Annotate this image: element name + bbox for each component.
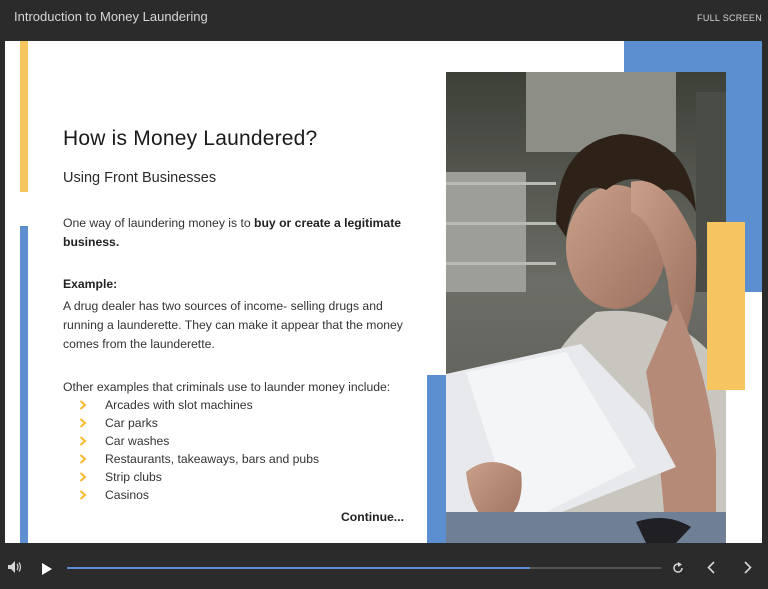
slide-subtitle: Using Front Businesses	[63, 170, 217, 186]
player-controls	[0, 543, 768, 589]
photo-illustration	[446, 72, 726, 543]
chevron-right-icon	[79, 396, 89, 414]
next-icon[interactable]	[744, 561, 752, 579]
yellow-decor-block-right	[707, 222, 745, 390]
examples-list-label: Arcades with slot machines	[105, 398, 253, 412]
intro-text: One way of laundering money is to	[63, 216, 255, 230]
chevron-right-icon	[79, 414, 89, 432]
chevron-right-icon	[79, 450, 89, 468]
blue-accent-bar	[20, 226, 28, 543]
yellow-accent-bar	[20, 41, 28, 192]
example-text: A drug dealer has two sources of income-…	[63, 299, 403, 351]
examples-list-label: Car parks	[105, 416, 158, 430]
replay-icon[interactable]	[672, 561, 684, 579]
examples-list-label: Restaurants, takeaways, bars and pubs	[105, 452, 320, 466]
intro-paragraph: One way of laundering money is to buy or…	[63, 214, 408, 252]
slide: How is Money Laundered? Using Front Busi…	[5, 41, 762, 543]
chevron-right-icon	[79, 468, 89, 486]
examples-list-label: Car washes	[105, 434, 170, 448]
other-examples-intro: Other examples that criminals use to lau…	[63, 380, 391, 394]
chevron-right-icon	[79, 432, 89, 450]
stressed-man-photo	[446, 72, 726, 543]
example-label: Example:	[63, 277, 118, 291]
slide-title: How is Money Laundered?	[63, 127, 318, 150]
previous-icon[interactable]	[707, 561, 715, 579]
examples-list-label: Strip clubs	[105, 470, 162, 484]
examples-list-label: Casinos	[105, 488, 150, 502]
top-bar: Introduction to Money Laundering FULL SC…	[0, 0, 768, 40]
fullscreen-button[interactable]: FULL SCREEN	[697, 13, 762, 23]
course-title: Introduction to Money Laundering	[14, 9, 208, 24]
progress-bar[interactable]	[67, 567, 661, 569]
play-icon[interactable]	[42, 562, 52, 580]
volume-icon[interactable]	[8, 560, 22, 578]
progress-fill	[67, 567, 531, 569]
continue-link[interactable]: Continue...	[341, 510, 404, 524]
chevron-right-icon	[79, 486, 89, 504]
